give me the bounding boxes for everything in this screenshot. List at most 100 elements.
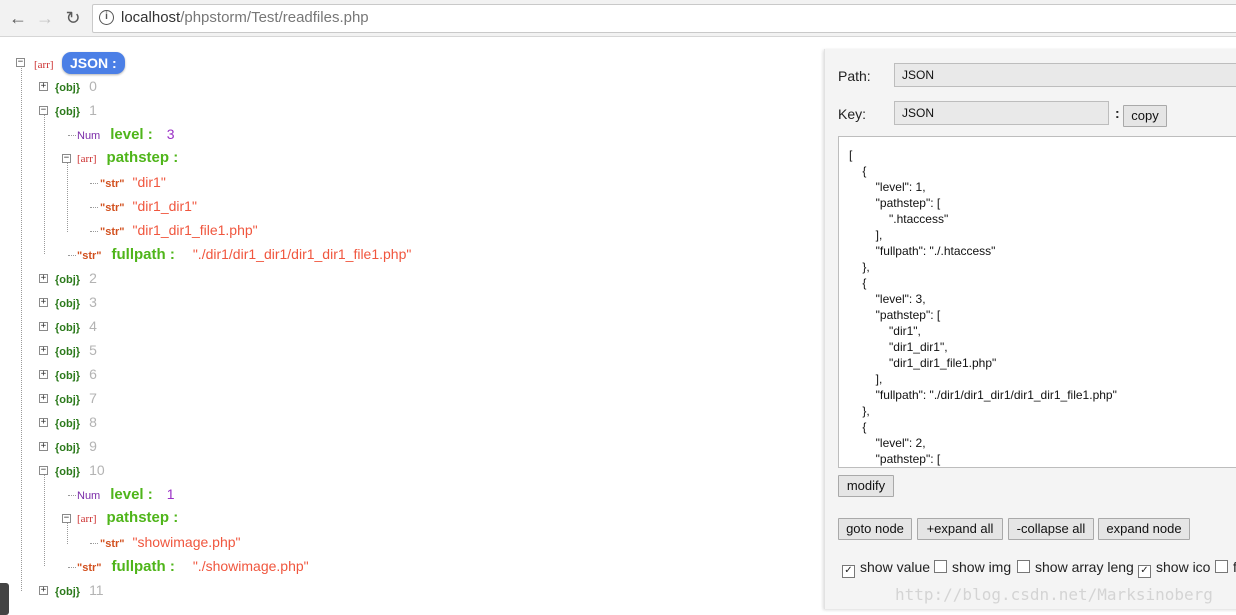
type-tag: Num xyxy=(77,130,101,142)
tree-node[interactable]: "str" "dir1_dir1" xyxy=(100,196,197,216)
checkbox[interactable] xyxy=(1215,560,1228,573)
node-index: 6 xyxy=(89,366,97,382)
collapse-all-button[interactable]: -collapse all xyxy=(1008,518,1094,540)
tree-node[interactable]: + {obj} 11 xyxy=(39,580,104,600)
collapse-toggle[interactable]: − xyxy=(39,106,48,115)
tree-node[interactable]: + {obj} 6 xyxy=(39,364,97,384)
collapse-toggle[interactable]: − xyxy=(62,514,71,523)
expand-toggle[interactable]: + xyxy=(39,322,48,331)
node-index: 1 xyxy=(89,102,97,118)
expand-toggle[interactable]: + xyxy=(39,346,48,355)
node-key: level : xyxy=(110,126,153,143)
show-ico-option[interactable]: ✓ show ico xyxy=(1138,559,1210,578)
fo-option[interactable]: fo xyxy=(1215,559,1236,577)
tree-guide xyxy=(90,207,98,208)
tree-node[interactable]: + {obj} 9 xyxy=(39,436,97,456)
type-tag: {obj} xyxy=(55,274,81,286)
key-label: Key: xyxy=(838,106,867,122)
tree-node[interactable]: + {obj} 0 xyxy=(39,76,97,96)
show-array-length-option[interactable]: show array leng xyxy=(1017,559,1134,577)
url-text[interactable]: localhost/phpstorm/Test/readfiles.php xyxy=(121,9,369,26)
node-value: "dir1_dir1_file1.php" xyxy=(132,222,258,238)
tree-node[interactable]: "str" fullpath : "./dir1/dir1_dir1/dir1_di… xyxy=(77,244,411,264)
json-editor[interactable]: [ { "level": 1, "pathstep": [ ".htaccess… xyxy=(838,136,1236,468)
node-value: 3 xyxy=(166,126,175,142)
expand-toggle[interactable]: + xyxy=(39,418,48,427)
expand-toggle[interactable]: + xyxy=(39,82,48,91)
watermark: http://blog.csdn.net/Marksinoberg xyxy=(895,585,1213,604)
back-icon[interactable]: ← xyxy=(7,7,29,29)
expand-all-button[interactable]: +expand all xyxy=(917,518,1003,540)
node-value: "dir1" xyxy=(132,174,166,190)
node-value: "./showimage.php" xyxy=(192,558,309,574)
node-value: 1 xyxy=(166,486,175,502)
type-tag: {obj} xyxy=(55,370,81,382)
tree-node[interactable]: "str" "dir1" xyxy=(100,172,166,192)
type-tag: {obj} xyxy=(55,586,81,598)
type-tag: "str" xyxy=(100,178,125,190)
node-value: "dir1_dir1" xyxy=(132,198,197,214)
expand-toggle[interactable]: + xyxy=(39,298,48,307)
tree-node[interactable]: "str" fullpath : "./showimage.php" xyxy=(77,556,309,576)
collapse-toggle[interactable]: − xyxy=(62,154,71,163)
copy-button[interactable]: copy xyxy=(1123,105,1167,127)
tree-node[interactable]: "str" "showimage.php" xyxy=(100,532,241,552)
checkbox-checked[interactable]: ✓ xyxy=(842,565,855,578)
reload-icon[interactable]: ↻ xyxy=(62,7,84,29)
info-icon[interactable]: i xyxy=(99,10,114,25)
type-tag: {obj} xyxy=(55,82,81,94)
edge-handle xyxy=(0,583,9,615)
collapse-toggle[interactable]: − xyxy=(39,466,48,475)
modify-button[interactable]: modify xyxy=(838,475,894,497)
node-index: 7 xyxy=(89,390,97,406)
tree-node[interactable]: − [arr] pathstep : xyxy=(62,508,178,528)
checkbox[interactable] xyxy=(934,560,947,573)
key-separator: : xyxy=(1115,105,1120,121)
show-value-option[interactable]: ✓ show value xyxy=(842,559,930,578)
collapse-toggle[interactable]: − xyxy=(16,58,25,67)
tree-guide xyxy=(44,114,45,254)
show-img-option[interactable]: show img xyxy=(934,559,1011,577)
tree-node[interactable]: + {obj} 4 xyxy=(39,316,97,336)
path-input[interactable]: JSON xyxy=(894,63,1236,87)
expand-toggle[interactable]: + xyxy=(39,394,48,403)
type-tag: {obj} xyxy=(55,322,81,334)
tree-guide xyxy=(68,255,76,256)
checkbox-checked[interactable]: ✓ xyxy=(1138,565,1151,578)
node-index: 8 xyxy=(89,414,97,430)
tree-node[interactable]: − [arr] pathstep : xyxy=(62,148,178,168)
goto-node-button[interactable]: goto node xyxy=(838,518,912,540)
type-tag: [arr] xyxy=(34,59,54,71)
expand-node-button[interactable]: expand node xyxy=(1098,518,1190,540)
tree-node[interactable]: + {obj} 8 xyxy=(39,412,97,432)
type-tag: {obj} xyxy=(55,346,81,358)
tree-node[interactable]: − {obj} 1 xyxy=(39,100,97,120)
node-index: 0 xyxy=(89,78,97,94)
expand-toggle[interactable]: + xyxy=(39,586,48,595)
tree-node[interactable]: + {obj} 2 xyxy=(39,268,97,288)
tree-guide xyxy=(90,231,98,232)
tree-root: − [arr] JSON : xyxy=(16,52,125,74)
tree-node[interactable]: + {obj} 7 xyxy=(39,388,97,408)
tree-node[interactable]: − {obj} 10 xyxy=(39,460,105,480)
key-input[interactable]: JSON xyxy=(894,101,1109,125)
forward-icon[interactable]: → xyxy=(34,7,56,29)
address-bar[interactable]: i localhost/phpstorm/Test/readfiles.php xyxy=(92,4,1236,33)
expand-toggle[interactable]: + xyxy=(39,442,48,451)
tree-node[interactable]: + {obj} 5 xyxy=(39,340,97,360)
tree-node[interactable]: Num level : 1 xyxy=(77,484,175,504)
type-tag: [arr] xyxy=(77,153,97,165)
tree-guide xyxy=(21,66,22,591)
path-label: Path: xyxy=(838,68,871,84)
checkbox[interactable] xyxy=(1017,560,1030,573)
tree-node[interactable]: "str" "dir1_dir1_file1.php" xyxy=(100,220,258,240)
tree-node[interactable]: + {obj} 3 xyxy=(39,292,97,312)
node-key: fullpath : xyxy=(111,558,175,575)
root-key-badge[interactable]: JSON : xyxy=(62,52,125,74)
expand-toggle[interactable]: + xyxy=(39,370,48,379)
tree-node[interactable]: Num level : 3 xyxy=(77,124,175,144)
expand-toggle[interactable]: + xyxy=(39,274,48,283)
type-tag: {obj} xyxy=(55,466,81,478)
type-tag: [arr] xyxy=(77,513,97,525)
node-index: 3 xyxy=(89,294,97,310)
